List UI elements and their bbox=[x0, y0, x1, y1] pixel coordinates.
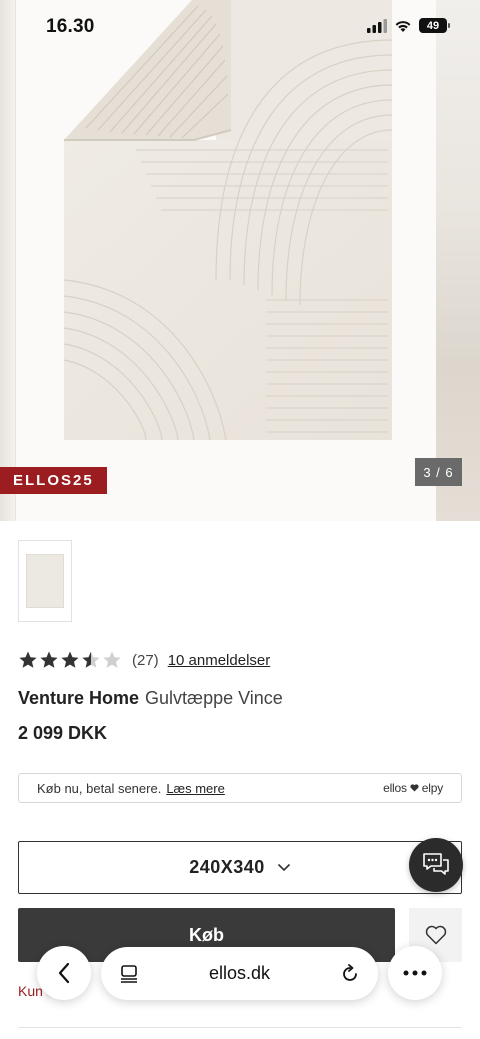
product-rating: (27) 10 anmeldelser bbox=[18, 650, 270, 670]
star-icon bbox=[82, 651, 100, 668]
browser-more-button[interactable] bbox=[388, 946, 442, 1000]
size-value: 240X340 bbox=[189, 857, 265, 877]
star-icon bbox=[61, 651, 79, 668]
product-gallery[interactable]: 16.30 49 ELLOS25 3 / 6 bbox=[0, 0, 480, 521]
gallery-thumbnail[interactable] bbox=[18, 540, 72, 622]
promo-code-badge: ELLOS25 bbox=[0, 467, 107, 494]
chevron-down-icon bbox=[277, 863, 290, 872]
star-icon bbox=[19, 651, 37, 668]
elpy-logo-text: elpy bbox=[421, 781, 443, 795]
gallery-next-image[interactable] bbox=[436, 0, 480, 521]
read-more-link[interactable]: Læs mere bbox=[166, 781, 225, 796]
browser-back-button[interactable] bbox=[37, 946, 91, 1000]
product-brand[interactable]: Venture Home bbox=[18, 688, 139, 708]
rug-image bbox=[63, 0, 393, 441]
reload-icon[interactable] bbox=[340, 963, 360, 984]
ellos-logo-text: ellos bbox=[383, 781, 407, 795]
rating-count: (27) bbox=[132, 651, 159, 669]
gallery-main-image[interactable] bbox=[16, 0, 436, 521]
back-arrow-icon bbox=[58, 962, 70, 984]
product-name: Gulvtæppe Vince bbox=[145, 688, 283, 708]
rating-stars bbox=[18, 650, 122, 670]
star-icon bbox=[103, 651, 121, 668]
tabs-icon[interactable] bbox=[119, 964, 139, 984]
status-time: 16.30 bbox=[46, 16, 95, 37]
chat-icon bbox=[423, 853, 449, 875]
chat-button[interactable] bbox=[409, 838, 463, 892]
product-title: Venture Home Gulvtæppe Vince bbox=[18, 688, 283, 709]
pay-later-banner: Køb nu, betal senere. Læs mere ellos elp… bbox=[18, 773, 462, 803]
status-bar: 16.30 49 bbox=[0, 0, 480, 54]
browser-url-bar[interactable]: ellos.dk bbox=[101, 947, 378, 1000]
signal-icon bbox=[367, 18, 387, 33]
battery-icon: 49 bbox=[419, 18, 450, 33]
gallery-previous-image[interactable] bbox=[0, 0, 16, 521]
ellos-elpy-logo: ellos elpy bbox=[383, 781, 443, 795]
thumbnail-image bbox=[26, 554, 64, 608]
wifi-icon bbox=[395, 20, 411, 32]
status-icons: 49 bbox=[367, 18, 450, 33]
pay-later-text: Køb nu, betal senere. bbox=[37, 780, 162, 796]
url-text[interactable]: ellos.dk bbox=[139, 963, 340, 984]
more-icon bbox=[403, 970, 427, 976]
heart-icon bbox=[425, 925, 446, 945]
heart-icon bbox=[410, 784, 419, 792]
size-selector[interactable]: 240X340 bbox=[18, 841, 462, 894]
star-icon bbox=[40, 651, 58, 668]
product-price: 2 099 DKK bbox=[18, 723, 108, 743]
reviews-link[interactable]: 10 anmeldelser bbox=[168, 652, 271, 669]
section-divider bbox=[18, 1027, 462, 1028]
gallery-page-counter: 3 / 6 bbox=[415, 458, 462, 486]
